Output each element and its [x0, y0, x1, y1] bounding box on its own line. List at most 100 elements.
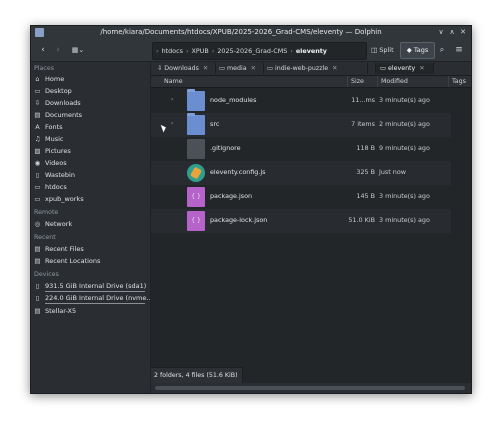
sidebar-item-label: Wastebin — [45, 171, 75, 179]
sidebar-item-label: Fonts — [45, 123, 63, 131]
folder-icon: ▭ — [219, 65, 225, 72]
drive-usage-bar — [45, 303, 145, 304]
tab-label: indie-web-puzzle — [274, 65, 329, 72]
file-name: package.json — [210, 192, 253, 200]
sidebar-item-label: Pictures — [45, 147, 71, 155]
expand-icon[interactable]: › — [171, 96, 173, 103]
file-size: 145 B — [356, 192, 375, 200]
horizontal-scrollbar[interactable] — [155, 386, 465, 390]
sidebar-item-label: Videos — [45, 159, 67, 167]
device-icon: ▤ — [34, 307, 41, 315]
title-bar: /home/kiara/Documents/htdocs/XPUB/2025-2… — [31, 26, 471, 39]
column-modified[interactable]: Modified — [377, 76, 408, 87]
column-size[interactable]: Size — [347, 76, 364, 87]
back-icon[interactable]: ‹ — [38, 44, 48, 56]
file-row-package-lock[interactable]: { } package-lock.json 51.0 KiB 3 minute(… — [151, 209, 451, 233]
sidebar-item-wastebin[interactable]: ▯ Wastebin — [33, 170, 147, 181]
breadcrumb-grad-cms[interactable]: 2025-2026_Grad-CMS — [217, 43, 287, 59]
split-button[interactable]: ◫ Split — [369, 43, 396, 57]
forward-icon[interactable]: › — [53, 44, 63, 56]
sidebar-item-documents[interactable]: ▤ Documents — [33, 110, 147, 121]
close-window-button[interactable]: ✕ — [458, 27, 468, 38]
tags-label: Tags — [413, 46, 429, 54]
sidebar-item-xpub-works[interactable]: ▭ xpub_works — [33, 194, 147, 205]
breadcrumb[interactable]: › htdocs › XPUB › 2025-2026_Grad-CMS › eleventy — [152, 42, 367, 60]
folder-icon: ▭ — [380, 65, 386, 72]
file-row-eleventy-config[interactable]: eleventy.config.js 325 B Just now — [151, 161, 451, 185]
file-row-package-json[interactable]: { } package.json 145 B 3 minute(s) ago — [151, 185, 451, 209]
pictures-icon: ▨ — [34, 147, 41, 155]
file-name: package-lock.json — [210, 216, 268, 224]
tab-downloads[interactable]: ⇩ Downloads ✕ — [153, 63, 216, 74]
sidebar-item-downloads[interactable]: ⇩ Downloads — [33, 98, 147, 109]
sidebar-item-label: Documents — [45, 111, 83, 119]
fonts-icon: A — [35, 123, 40, 131]
split-icon: ◫ — [371, 46, 378, 54]
close-tab-icon[interactable]: ✕ — [203, 65, 208, 72]
tab-media[interactable]: ▭ media ✕ — [215, 63, 264, 74]
maximize-button[interactable]: ∧ — [447, 27, 457, 38]
close-tab-icon[interactable]: ✕ — [419, 65, 424, 72]
recent-files-icon: ▤ — [34, 245, 41, 253]
file-modified: 9 minute(s) ago — [379, 144, 430, 152]
sidebar-item-label: Downloads — [45, 99, 81, 107]
tags-button[interactable]: ◆ Tags — [400, 42, 435, 59]
file-modified: 3 minute(s) ago — [379, 192, 430, 200]
breadcrumb-separator: › — [185, 47, 189, 55]
breadcrumb-separator: › — [290, 47, 293, 55]
file-row-src[interactable]: › src 7 items 2 minute(s) ago — [151, 113, 451, 137]
column-tags[interactable]: Tags — [448, 76, 466, 87]
file-size: 118 B — [356, 144, 375, 152]
sidebar-item-desktop[interactable]: ▭ Desktop — [33, 86, 147, 97]
downloads-icon: ⇩ — [157, 65, 163, 72]
folder-icon — [187, 113, 205, 135]
sidebar-item-home[interactable]: ⌂ Home — [33, 74, 147, 85]
folder-icon: ▭ — [34, 183, 41, 191]
file-row-node-modules[interactable]: › node_modules 11...ms 3 minute(s) ago — [151, 89, 451, 113]
expand-icon[interactable]: › — [171, 120, 173, 127]
json-file-icon: { } — [187, 211, 205, 231]
tab-label: media — [226, 65, 247, 72]
file-modified: 3 minute(s) ago — [379, 96, 430, 104]
drive-icon: ▯ — [35, 282, 40, 290]
toolbar: ‹ › ▦⌄ › htdocs › XPUB › 2025-2026_Grad-CMS › e… — [31, 39, 471, 62]
breadcrumb-separator: › — [156, 47, 159, 55]
minimize-button[interactable]: ∨ — [436, 27, 446, 38]
close-tab-icon[interactable]: ✕ — [251, 65, 256, 72]
search-icon[interactable]: ⌕ — [437, 44, 447, 56]
sidebar-item-htdocs[interactable]: ▭ htdocs — [33, 182, 147, 193]
column-name[interactable]: Name — [161, 76, 183, 87]
view-mode-icon[interactable]: ▦⌄ — [69, 44, 87, 56]
drive-icon: ▯ — [35, 294, 40, 302]
tab-eleventy[interactable]: ▭ eleventy ✕ — [375, 63, 434, 74]
sidebar-item-stellar[interactable]: ▤ Stellar-X5 — [33, 306, 147, 317]
breadcrumb-eleventy[interactable]: eleventy — [296, 43, 327, 59]
file-row-gitignore[interactable]: .gitignore 118 B 9 minute(s) ago — [151, 137, 451, 161]
drive-usage-bar — [45, 291, 145, 292]
file-name: .gitignore — [210, 144, 241, 152]
close-tab-icon[interactable]: ✕ — [332, 65, 337, 72]
breadcrumb-xpub[interactable]: XPUB — [192, 43, 209, 59]
file-size: 11...ms — [351, 96, 375, 104]
file-size: 7 items — [351, 120, 375, 128]
tab-label: eleventy — [387, 65, 416, 72]
sidebar-item-recent-files[interactable]: ▤ Recent Files — [33, 244, 147, 255]
file-size: 51.0 KiB — [348, 216, 375, 224]
sidebar-item-videos[interactable]: ◉ Videos — [33, 158, 147, 169]
sidebar-item-label: 224.0 GiB Internal Drive (nvme... — [45, 294, 153, 302]
sidebar-item-pictures[interactable]: ▨ Pictures — [33, 146, 147, 157]
sidebar-item-recent-locations[interactable]: ▤ Recent Locations — [33, 256, 147, 267]
sidebar-item-label: 931.5 GiB Internal Drive (sda1) — [45, 282, 147, 290]
network-icon: ◎ — [34, 220, 41, 228]
sidebar-item-music[interactable]: ♫ Music — [33, 134, 147, 145]
text-file-icon — [187, 139, 205, 159]
devices-section-label: Devices — [34, 271, 59, 278]
tab-indie-web-puzzle[interactable]: ▭ indie-web-puzzle ✕ — [263, 63, 368, 74]
sidebar-item-network[interactable]: ◎ Network — [33, 219, 147, 230]
sidebar-item-fonts[interactable]: A Fonts — [33, 122, 147, 133]
documents-icon: ▤ — [34, 111, 41, 119]
hamburger-menu-icon[interactable]: ≡ — [454, 44, 464, 56]
folder-icon: ▭ — [34, 195, 41, 203]
breadcrumb-htdocs[interactable]: htdocs — [162, 43, 183, 59]
